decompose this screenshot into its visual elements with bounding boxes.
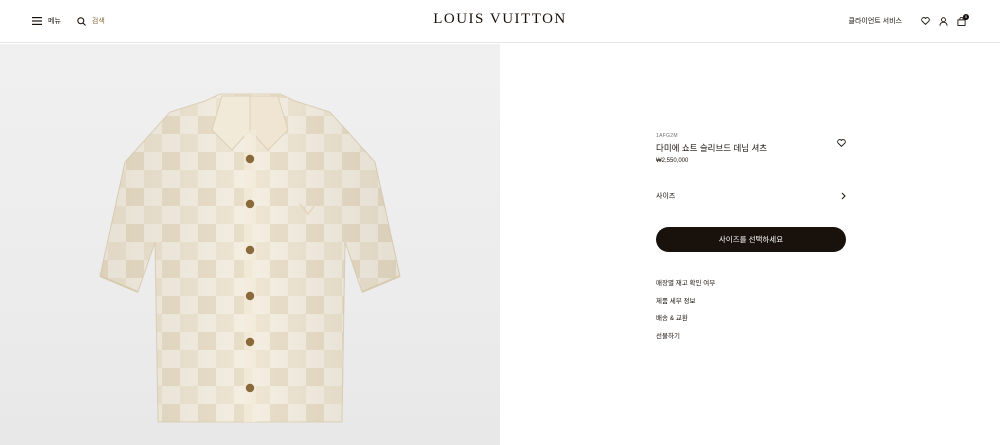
shopping-bag-button[interactable]: 0 xyxy=(957,13,969,26)
product-name: 다미에 쇼트 슬리브드 데님 셔츠 xyxy=(656,143,768,153)
bag-count-badge: 0 xyxy=(963,13,969,20)
shirt-button xyxy=(245,154,255,164)
product-price: ₩2,550,000 xyxy=(656,158,689,164)
product-links: 매장별 재고 확인 여부 제품 세부 정보 배송 & 교환 선물하기 xyxy=(656,279,715,349)
product-details-link[interactable]: 제품 세부 정보 xyxy=(656,297,715,315)
product-info-panel: 1AFG2M 다미에 쇼트 슬리브드 데님 셔츠 ₩2,550,000 xyxy=(656,133,846,164)
chevron-right-icon xyxy=(841,192,846,200)
gifting-link[interactable]: 선물하기 xyxy=(656,332,715,350)
heart-icon xyxy=(837,139,846,147)
add-to-wishlist-button[interactable] xyxy=(837,134,846,152)
delivery-returns-link[interactable]: 배송 & 교환 xyxy=(656,314,715,332)
product-sku: 1AFG2M xyxy=(656,133,678,139)
shirt-button xyxy=(245,337,255,347)
size-label: 사이즈 xyxy=(656,193,676,200)
shirt-button xyxy=(245,245,255,255)
shirt-button xyxy=(245,291,255,301)
heart-icon xyxy=(921,17,930,25)
client-service-link[interactable]: 클라이언트 서비스 xyxy=(849,16,902,26)
account-button[interactable] xyxy=(939,16,948,26)
store-availability-link[interactable]: 매장별 재고 확인 여부 xyxy=(656,279,715,297)
account-icon xyxy=(939,16,948,26)
shirt-button xyxy=(245,383,255,393)
size-selector[interactable]: 사이즈 xyxy=(656,191,846,201)
select-size-button[interactable]: 사이즈를 선택하세요 xyxy=(656,227,846,252)
header-right-group: 클라이언트 서비스 0 xyxy=(849,13,969,29)
top-navigation-bar: 메뉴 검색 LOUIS VUITTON 클라이언트 서비스 0 xyxy=(0,0,1000,43)
product-image-gallery[interactable] xyxy=(0,44,500,445)
shirt-button xyxy=(245,199,255,209)
wishlist-button[interactable] xyxy=(921,17,930,25)
product-image[interactable] xyxy=(0,44,500,445)
